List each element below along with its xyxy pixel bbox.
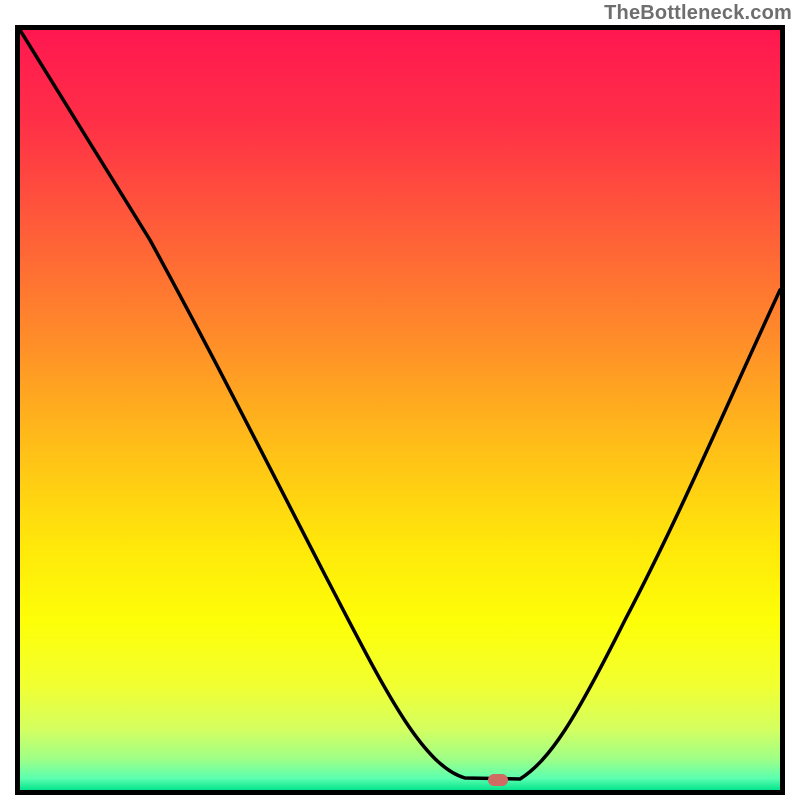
chart-root: TheBottleneck.com <box>0 0 800 800</box>
plot-frame <box>15 25 785 795</box>
watermark-text: TheBottleneck.com <box>604 2 792 25</box>
background-gradient <box>20 30 780 790</box>
min-marker <box>488 774 508 786</box>
